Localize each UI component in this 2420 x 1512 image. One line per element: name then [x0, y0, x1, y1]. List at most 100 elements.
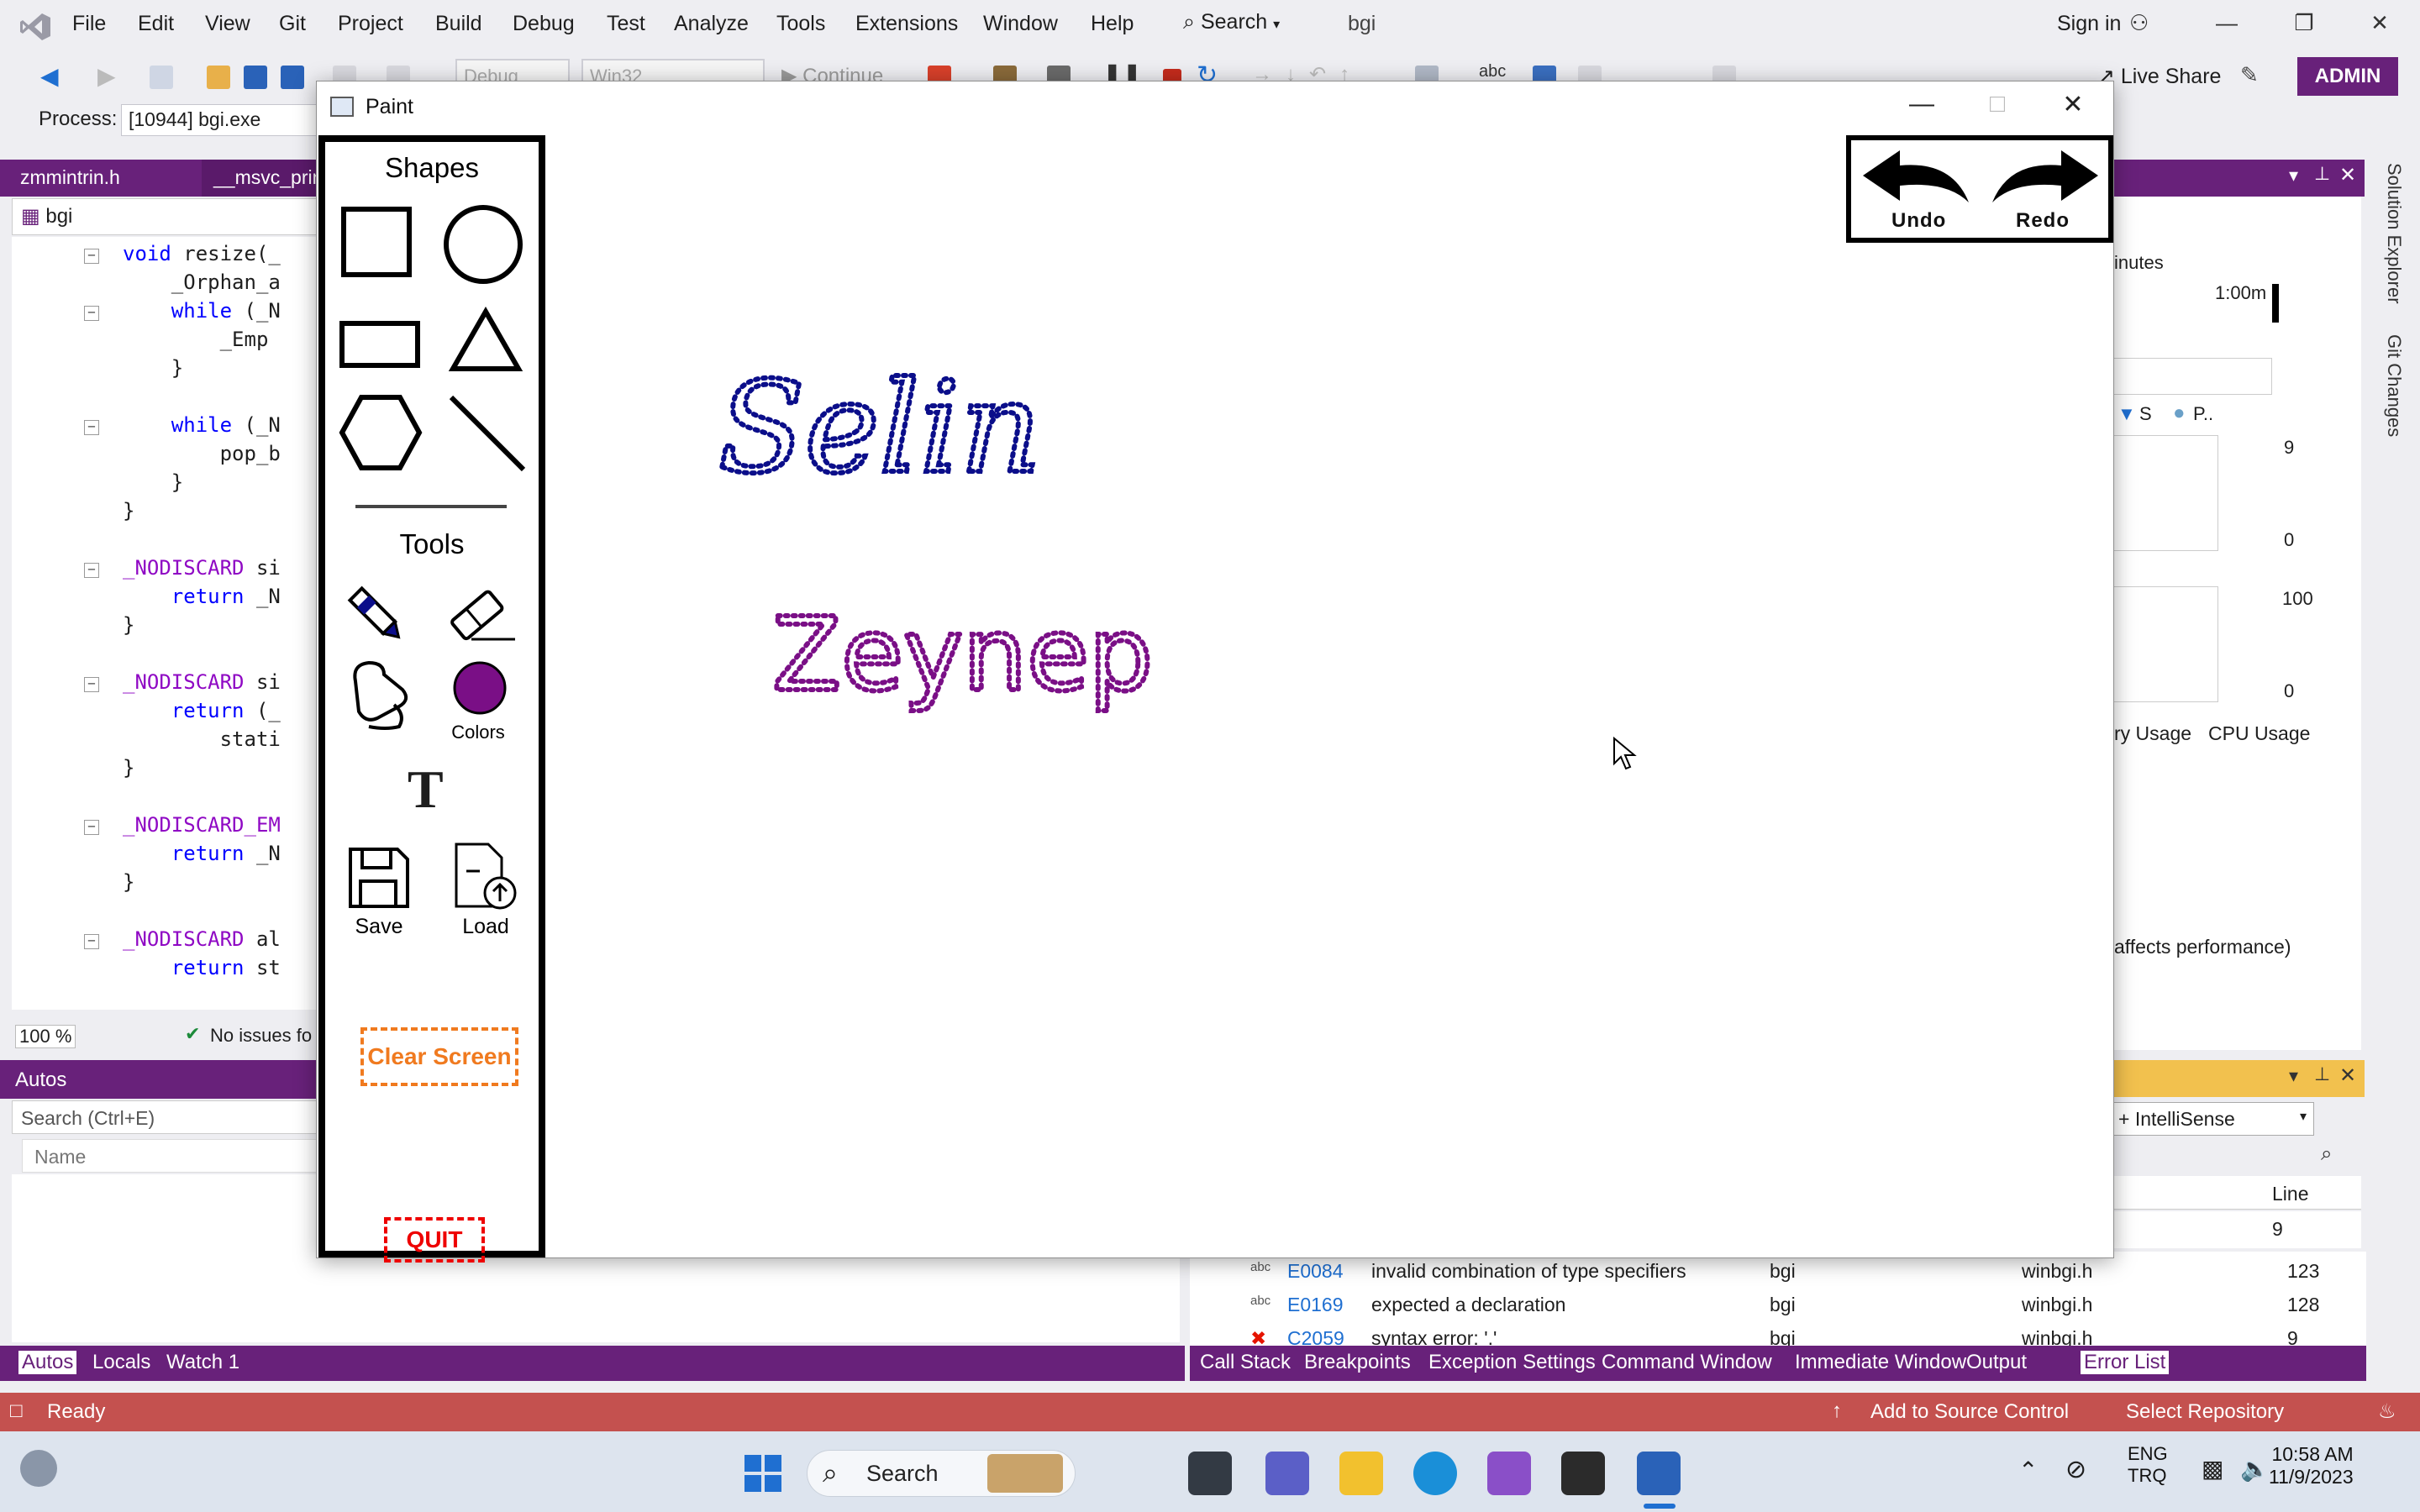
code-line[interactable]: stati: [123, 727, 281, 756]
quit-button[interactable]: QUIT: [384, 1217, 485, 1263]
vs-close-icon[interactable]: ✕: [2363, 10, 2396, 44]
new-project-icon[interactable]: [150, 66, 173, 89]
terminal-icon[interactable]: [1561, 1452, 1605, 1495]
close-panel-icon[interactable]: ✕: [2339, 163, 2356, 187]
line-column-header[interactable]: Line: [2272, 1183, 2308, 1205]
error-row-partial[interactable]: 9: [2109, 1211, 2361, 1248]
file-explorer-icon[interactable]: [1339, 1452, 1383, 1495]
tab-immediate-window[interactable]: Immediate Window: [1795, 1351, 1966, 1374]
error-code[interactable]: E0169: [1287, 1294, 1344, 1316]
menu-test[interactable]: Test: [607, 12, 645, 36]
code-line[interactable]: }: [123, 613, 134, 642]
menu-analyze[interactable]: Analyze: [674, 12, 749, 36]
start-menu-icon[interactable]: [743, 1453, 783, 1494]
code-line[interactable]: _NODISCARD si: [123, 670, 281, 699]
menu-project[interactable]: Project: [338, 12, 403, 36]
spell-check-icon[interactable]: abc: [1479, 62, 1506, 81]
tab-error-list[interactable]: Error List: [2081, 1351, 2170, 1374]
eraser-tool-icon[interactable]: [443, 585, 518, 644]
undo-arrow-icon[interactable]: [1860, 147, 1972, 209]
error-row[interactable]: abc E0169 expected a declaration bgi winbgi.…: [1190, 1289, 2366, 1322]
fold-toggle-icon[interactable]: −: [84, 563, 99, 578]
status-notification-icon[interactable]: □: [10, 1399, 23, 1423]
menu-view[interactable]: View: [205, 12, 250, 36]
tab-autos[interactable]: Autos: [18, 1351, 77, 1374]
notifications-bell-icon[interactable]: ♨: [2378, 1399, 2396, 1424]
code-editor[interactable]: void resize(_ _Orphan_a while (_N _Emp }…: [12, 237, 319, 1010]
vs-restore-icon[interactable]: ❐: [2287, 10, 2321, 44]
line-shape-icon[interactable]: [446, 392, 530, 475]
clear-screen-button[interactable]: Clear Screen: [360, 1027, 518, 1086]
visual-studio-taskbar-icon[interactable]: [1487, 1452, 1531, 1495]
tab-breakpoints[interactable]: Breakpoints: [1304, 1351, 1411, 1374]
dropdown-icon[interactable]: ▾: [2289, 165, 2298, 186]
issues-indicator[interactable]: No issues fo: [210, 1025, 312, 1047]
code-line[interactable]: return st: [123, 956, 281, 984]
forward-icon[interactable]: ▶: [97, 62, 116, 90]
visual-studio-logo-icon[interactable]: [18, 12, 52, 42]
add-to-source-control[interactable]: Add to Source Control: [1870, 1400, 2069, 1424]
tab-call-stack[interactable]: Call Stack: [1200, 1351, 1291, 1374]
triangle-shape-icon[interactable]: [448, 307, 523, 374]
dropdown-icon[interactable]: ▾: [2289, 1065, 2298, 1087]
fill-bucket-tool-icon[interactable]: [344, 656, 416, 732]
autos-search-input[interactable]: Search (Ctrl+E): [12, 1100, 328, 1134]
code-line[interactable]: return _N: [123, 585, 281, 613]
pencil-tool-icon[interactable]: [344, 582, 411, 649]
code-line[interactable]: while (_N: [123, 299, 281, 328]
code-line[interactable]: while (_N: [123, 413, 281, 442]
fold-toggle-icon[interactable]: −: [84, 677, 99, 692]
input-language-indicator[interactable]: ENG TRQ: [2128, 1443, 2168, 1487]
hexagon-shape-icon[interactable]: [339, 394, 423, 471]
vs-search-button[interactable]: ⌕ Search ▾: [1183, 10, 1280, 34]
paint-maximize-icon[interactable]: □: [1972, 90, 2023, 123]
code-line[interactable]: }: [123, 499, 134, 528]
pin-icon[interactable]: ⊥: [2314, 1063, 2330, 1085]
error-source-filter[interactable]: + IntelliSense ▾: [2112, 1102, 2314, 1136]
paint-minimize-icon[interactable]: —: [1897, 90, 1947, 123]
volume-icon[interactable]: 🔈: [2240, 1455, 2270, 1483]
menu-help[interactable]: Help: [1091, 12, 1134, 36]
code-line[interactable]: }: [123, 356, 183, 385]
menu-debug[interactable]: Debug: [513, 12, 575, 36]
chevron-up-icon[interactable]: ⌃: [2018, 1457, 2038, 1484]
paint-title-bar[interactable]: Paint — □ ✕: [317, 81, 2113, 134]
error-code[interactable]: E0084: [1287, 1260, 1344, 1283]
square-shape-icon[interactable]: [340, 206, 416, 281]
account-settings-icon[interactable]: ⚇: [2129, 10, 2149, 36]
paint-taskbar-icon[interactable]: [1637, 1452, 1681, 1495]
save-all-icon[interactable]: [281, 66, 304, 89]
edge-browser-icon[interactable]: [1413, 1452, 1457, 1495]
menu-tools[interactable]: Tools: [776, 12, 825, 36]
paint-close-icon[interactable]: ✕: [2048, 90, 2098, 123]
redo-arrow-icon[interactable]: [1989, 147, 2102, 209]
code-line[interactable]: _Emp: [123, 328, 269, 356]
code-line[interactable]: }: [123, 870, 134, 899]
code-line[interactable]: _NODISCARD_EM: [123, 813, 281, 842]
save-icon[interactable]: [244, 66, 267, 89]
tab-git-changes[interactable]: Git Changes: [2383, 334, 2405, 437]
select-repository[interactable]: Select Repository: [2126, 1400, 2284, 1424]
menu-window[interactable]: Window: [983, 12, 1058, 36]
live-share-button[interactable]: ↗ Live Share: [2097, 64, 2221, 89]
save-tool-icon[interactable]: [345, 844, 413, 911]
system-clock[interactable]: 10:58 AM 11/9/2023: [2269, 1443, 2354, 1488]
tab-msvc-print[interactable]: __msvc_prin: [202, 160, 335, 197]
fold-toggle-icon[interactable]: −: [84, 249, 99, 264]
error-row[interactable]: abc E0084 invalid combination of type spec…: [1190, 1255, 2366, 1289]
tab-output[interactable]: Output: [1966, 1351, 2027, 1374]
menu-file[interactable]: File: [72, 12, 106, 36]
tab-cpu-usage[interactable]: CPU Usage: [2208, 722, 2310, 745]
menu-edit[interactable]: Edit: [138, 12, 174, 36]
rectangle-shape-icon[interactable]: [339, 318, 423, 372]
fold-toggle-icon[interactable]: −: [84, 820, 99, 835]
code-line[interactable]: _Orphan_a: [123, 270, 281, 299]
code-line[interactable]: _NODISCARD si: [123, 556, 281, 585]
feedback-icon[interactable]: ✎: [2240, 62, 2259, 88]
code-line[interactable]: return _N: [123, 842, 281, 870]
open-file-icon[interactable]: [207, 66, 230, 89]
drawing-canvas[interactable]: Selin Zeynep: [545, 135, 2112, 1257]
vs-minimize-icon[interactable]: —: [2210, 10, 2244, 44]
menu-extensions[interactable]: Extensions: [855, 12, 958, 36]
back-icon[interactable]: ◀: [40, 62, 59, 90]
